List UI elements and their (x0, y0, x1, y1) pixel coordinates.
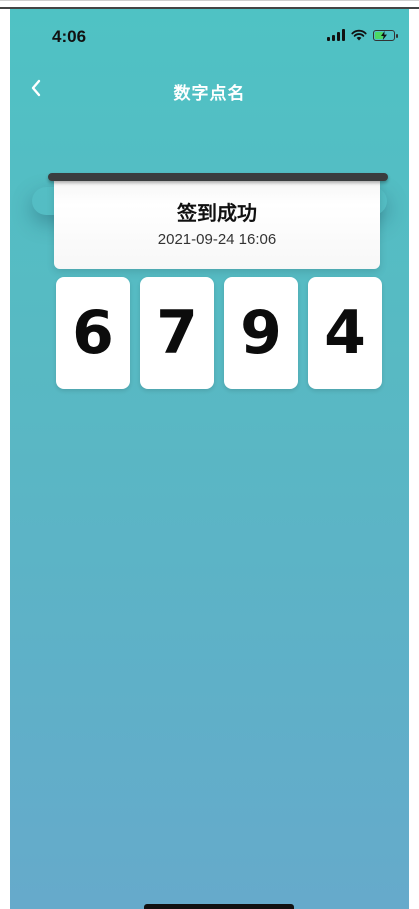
status-icons (327, 27, 398, 43)
digit-card-4: 4 (308, 277, 382, 389)
home-indicator[interactable] (144, 904, 294, 909)
wifi-icon (351, 29, 367, 41)
status-bar: 4:06 (10, 9, 409, 57)
checkin-timestamp: 2021-09-24 16:06 (157, 231, 277, 248)
app-screen: 4:06 数字点名 签到成功 2021-09-24 16:06 6 7 9 4 (10, 9, 409, 909)
digit-card-1: 6 (56, 277, 130, 389)
device-frame: 4:06 数字点名 签到成功 2021-09-24 16:06 6 7 9 4 (0, 0, 419, 909)
charging-bolt-icon (381, 30, 387, 40)
battery-charging-icon (373, 29, 398, 41)
checkin-status-title: 签到成功 (177, 203, 257, 225)
ticket-rail (48, 173, 388, 181)
page-title: 数字点名 (173, 84, 246, 103)
checkin-ticket: 签到成功 2021-09-24 16:06 (54, 177, 380, 269)
status-time: 4:06 (52, 27, 87, 46)
rollcall-digits: 6 7 9 4 (56, 277, 382, 389)
cellular-signal-icon (327, 29, 345, 41)
digit-card-3: 9 (224, 277, 298, 389)
nav-bar: 数字点名 (10, 67, 409, 111)
digit-card-2: 7 (140, 277, 214, 389)
